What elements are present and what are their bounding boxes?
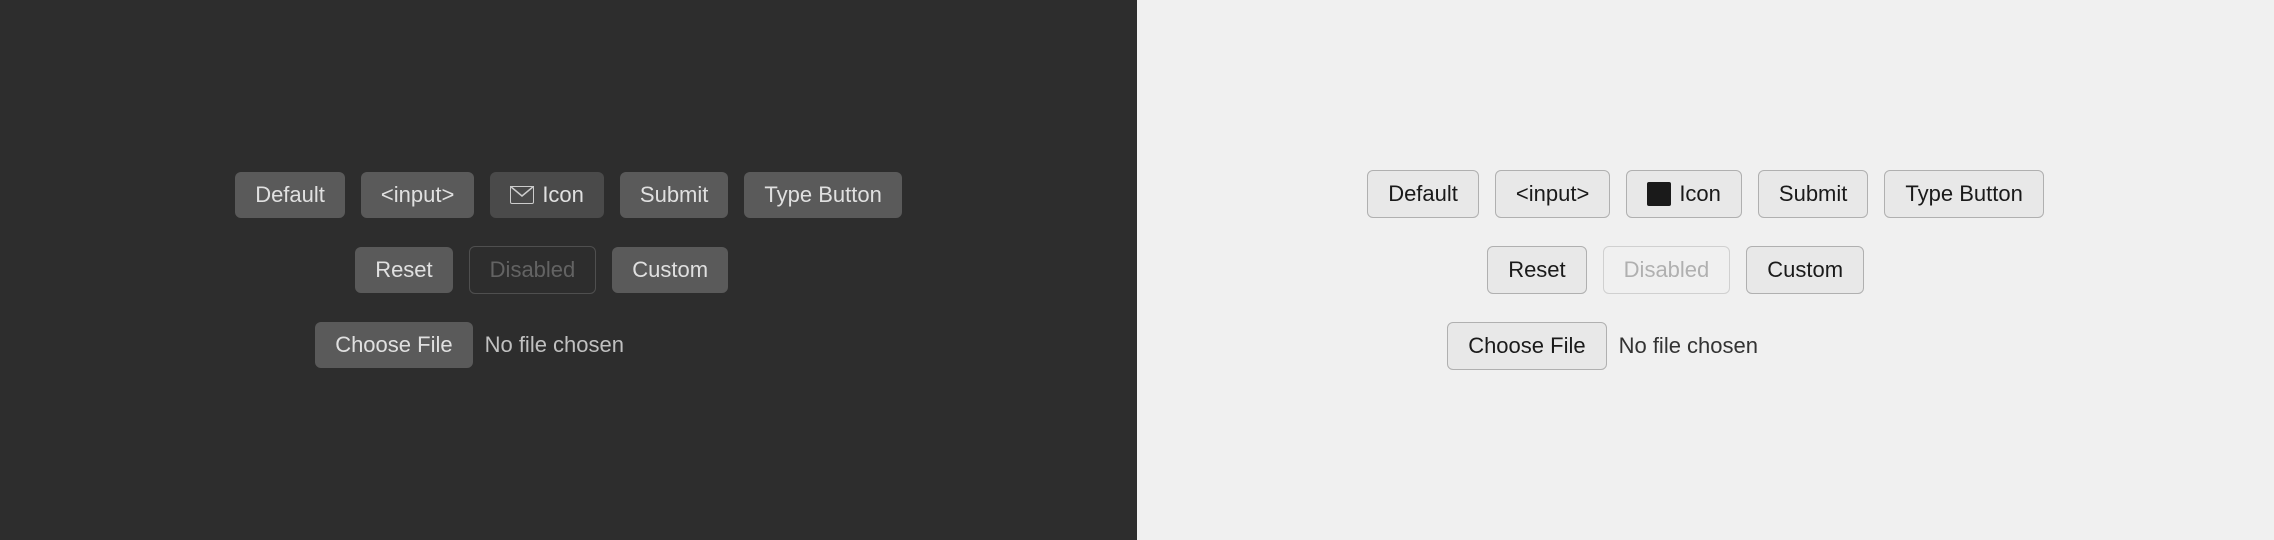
light-icon-button-label: Icon bbox=[1679, 181, 1721, 207]
dark-custom-button[interactable]: Custom bbox=[612, 247, 728, 293]
light-disabled-button: Disabled bbox=[1603, 246, 1731, 294]
dark-reset-button[interactable]: Reset bbox=[355, 247, 452, 293]
light-type-button[interactable]: Type Button bbox=[1884, 170, 2043, 218]
light-button-grid: Default <input> Icon Submit Type Button … bbox=[1367, 170, 2044, 370]
dark-disabled-button: Disabled bbox=[469, 246, 597, 294]
light-row-3: Choose File No file chosen bbox=[1367, 322, 1758, 370]
dark-button-grid: Default <input> Icon Submit Type Button … bbox=[235, 172, 902, 368]
dark-row-2: Reset Disabled Custom bbox=[235, 246, 728, 294]
light-default-button[interactable]: Default bbox=[1367, 170, 1479, 218]
light-reset-button[interactable]: Reset bbox=[1487, 246, 1586, 294]
light-no-file-label: No file chosen bbox=[1619, 333, 1758, 359]
square-icon bbox=[1647, 182, 1671, 206]
light-row-1: Default <input> Icon Submit Type Button bbox=[1367, 170, 2044, 218]
dark-no-file-label: No file chosen bbox=[485, 332, 624, 358]
light-submit-button[interactable]: Submit bbox=[1758, 170, 1868, 218]
dark-submit-button[interactable]: Submit bbox=[620, 172, 728, 218]
dark-choose-file-button[interactable]: Choose File bbox=[315, 322, 472, 368]
light-row-2: Reset Disabled Custom bbox=[1367, 246, 1864, 294]
dark-type-button[interactable]: Type Button bbox=[744, 172, 901, 218]
light-panel: Default <input> Icon Submit Type Button … bbox=[1137, 0, 2274, 540]
envelope-icon bbox=[510, 186, 534, 204]
dark-icon-button[interactable]: Icon bbox=[490, 172, 604, 218]
dark-input-button[interactable]: <input> bbox=[361, 172, 474, 218]
dark-panel: Default <input> Icon Submit Type Button … bbox=[0, 0, 1137, 540]
light-choose-file-button[interactable]: Choose File bbox=[1447, 322, 1606, 370]
dark-row-3: Choose File No file chosen bbox=[235, 322, 624, 368]
dark-icon-button-label: Icon bbox=[542, 182, 584, 208]
light-icon-button[interactable]: Icon bbox=[1626, 170, 1742, 218]
dark-default-button[interactable]: Default bbox=[235, 172, 345, 218]
dark-row-1: Default <input> Icon Submit Type Button bbox=[235, 172, 902, 218]
light-custom-button[interactable]: Custom bbox=[1746, 246, 1864, 294]
light-input-button[interactable]: <input> bbox=[1495, 170, 1610, 218]
